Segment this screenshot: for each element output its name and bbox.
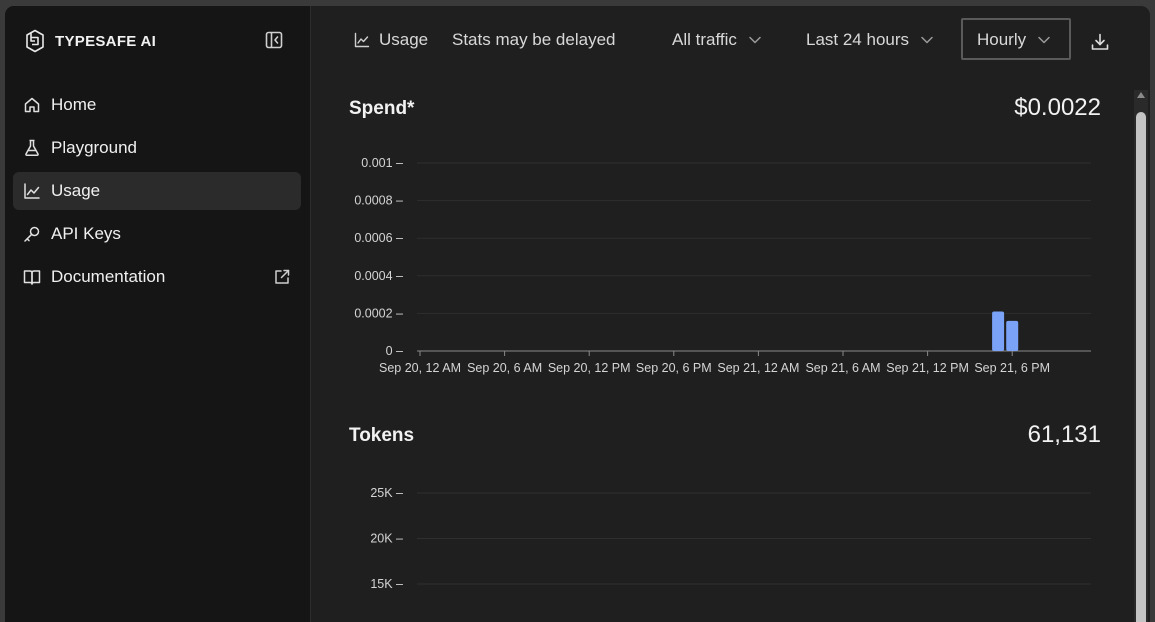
- x-tick-label: Sep 20, 6 PM: [636, 361, 712, 375]
- main-content: Usage Stats may be delayed All traffic L…: [311, 6, 1150, 622]
- chevron-down-icon: [1038, 36, 1050, 44]
- sidebar-item-label: API Keys: [51, 224, 121, 243]
- key-icon: [23, 225, 41, 243]
- granularity-value: Hourly: [977, 30, 1027, 49]
- sidebar-item-label: Playground: [51, 138, 138, 157]
- sidebar-item-usage[interactable]: Usage: [13, 172, 301, 210]
- sidebar-item-documentation[interactable]: Documentation: [13, 258, 301, 296]
- page-label-text: Usage: [379, 30, 429, 49]
- chart-line-icon: [354, 32, 370, 48]
- y-tick-label: 0.0004 –: [354, 269, 403, 283]
- y-tick-label: 0 –: [386, 344, 403, 358]
- time-range-dropdown[interactable]: Last 24 hours: [806, 30, 933, 50]
- delay-notice: Stats may be delayed: [452, 30, 616, 49]
- y-tick-label: 25K –: [370, 486, 403, 500]
- home-icon: [23, 96, 41, 114]
- chevron-down-icon: [921, 36, 933, 44]
- sidebar-item-label: Usage: [51, 181, 101, 200]
- sidebar-item-label: Documentation: [51, 267, 166, 286]
- x-tick-label: Sep 21, 12 AM: [717, 361, 799, 375]
- traffic-filter-value: All traffic: [672, 30, 737, 49]
- scroll-thumb[interactable]: [1136, 112, 1146, 622]
- external-link-icon[interactable]: [273, 268, 291, 286]
- brand-name: TYPESAFE AI: [55, 32, 157, 50]
- page-label: Usage: [354, 30, 428, 50]
- x-tick-label: Sep 20, 6 AM: [467, 361, 542, 375]
- x-tick-label: Sep 20, 12 AM: [379, 361, 461, 375]
- sidebar-item-playground[interactable]: Playground: [13, 129, 301, 167]
- traffic-filter-dropdown[interactable]: All traffic: [672, 30, 761, 50]
- sidebar-nav: Home Playground Usage API Keys Documenta…: [13, 86, 301, 301]
- tokens-chart: 15K – 20K – 25K –: [370, 486, 1091, 591]
- flask-icon: [23, 139, 41, 157]
- x-tick-label: Sep 21, 6 AM: [805, 361, 880, 375]
- chart-line-icon: [23, 182, 41, 200]
- tokens-title: Tokens: [349, 425, 415, 446]
- sidebar-item-home[interactable]: Home: [13, 86, 301, 124]
- y-tick-label: 0.0002 –: [354, 306, 403, 320]
- time-range-value: Last 24 hours: [806, 30, 910, 49]
- y-tick-label: 0.0006 –: [354, 231, 403, 245]
- y-tick-label: 15K –: [370, 577, 403, 591]
- granularity-dropdown[interactable]: Hourly: [977, 30, 1050, 50]
- download-icon[interactable]: [1090, 32, 1110, 52]
- spend-bar: [992, 311, 1005, 351]
- sidebar-item-api-keys[interactable]: API Keys: [13, 215, 301, 253]
- sidebar-item-label: Home: [51, 95, 97, 114]
- scroll-up-arrow-icon[interactable]: [1137, 92, 1145, 98]
- spend-total: $0.0022: [1014, 94, 1101, 121]
- scrollbar[interactable]: [1134, 90, 1148, 622]
- typesafe-logo-icon: [26, 29, 44, 53]
- sidebar: TYPESAFE AI Home Playground Usage API Ke…: [5, 6, 311, 622]
- y-tick-label: 0.001 –: [361, 156, 403, 170]
- book-icon: [23, 268, 41, 286]
- toolbar: Usage Stats may be delayed All traffic L…: [311, 6, 1150, 76]
- collapse-sidebar-icon[interactable]: [264, 30, 284, 50]
- x-tick-label: Sep 21, 6 PM: [974, 361, 1050, 375]
- y-tick-label: 0.0008 –: [354, 194, 403, 208]
- y-tick-label: 20K –: [370, 532, 403, 546]
- x-tick-label: Sep 20, 12 PM: [548, 361, 631, 375]
- tokens-total: 61,131: [1027, 421, 1101, 448]
- spend-chart: 0 – 0.0002 – 0.0004 – 0.0006 – 0.0008 – 0.001…: [354, 156, 1091, 375]
- x-tick-label: Sep 21, 12 PM: [886, 361, 969, 375]
- spend-title: Spend*: [349, 98, 415, 119]
- chevron-down-icon: [749, 36, 761, 44]
- app-window: TYPESAFE AI Home Playground Usage API Ke…: [5, 6, 1150, 622]
- brand[interactable]: TYPESAFE AI: [25, 28, 156, 54]
- spend-bar: [1006, 320, 1019, 351]
